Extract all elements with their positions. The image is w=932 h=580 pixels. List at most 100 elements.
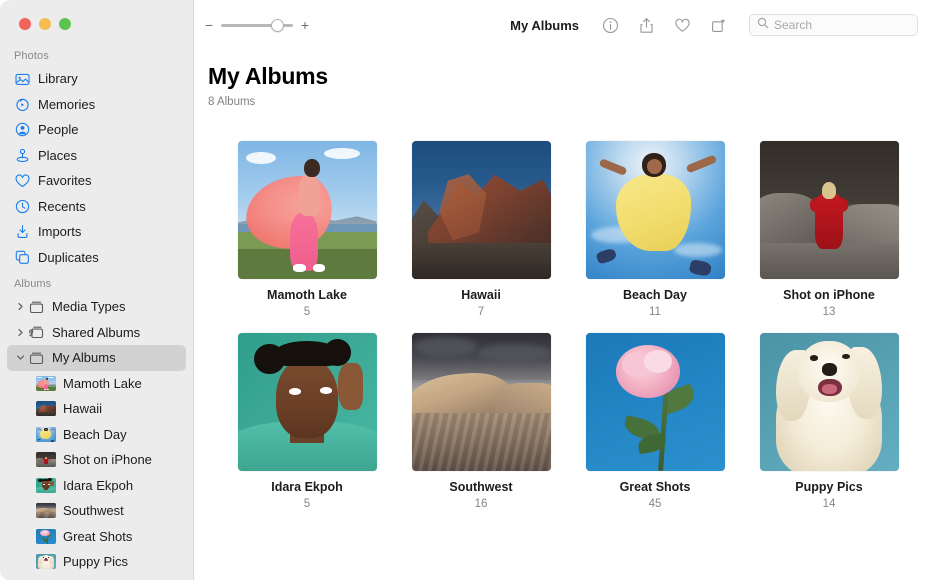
zoom-in-button[interactable]: + xyxy=(300,18,310,32)
album-thumbnail xyxy=(36,503,56,518)
sidebar-item-duplicates[interactable]: Duplicates xyxy=(7,245,186,271)
album-cover[interactable] xyxy=(238,333,377,471)
album-cell[interactable]: Puppy Pics14 xyxy=(742,333,916,510)
album-artwork xyxy=(36,452,56,467)
sidebar-item-shared-albums[interactable]: Shared Albums xyxy=(7,320,186,346)
album-thumbnail xyxy=(36,529,56,544)
album-artwork xyxy=(760,333,899,471)
album-photo-count: 11 xyxy=(649,306,661,318)
album-cell[interactable]: Southwest16 xyxy=(394,333,568,510)
sidebar-item-label: Beach Day xyxy=(63,427,127,442)
album-name: Idara Ekpoh xyxy=(271,480,343,494)
album-cell[interactable]: Great Shots 45 xyxy=(568,333,742,510)
album-artwork xyxy=(238,141,377,279)
sidebar-item-label: Shot on iPhone xyxy=(63,452,152,467)
zoom-button[interactable] xyxy=(59,18,71,30)
album-cover[interactable] xyxy=(760,333,899,471)
zoom-control[interactable]: − + xyxy=(204,18,310,32)
album-cover[interactable] xyxy=(586,141,725,279)
sidebar: PhotosLibrary Memories People PlacesFavorit… xyxy=(0,0,194,580)
album-artwork xyxy=(36,376,56,391)
album-cover[interactable] xyxy=(238,141,377,279)
sidebar-item-label: Media Types xyxy=(52,299,125,314)
heart-icon[interactable] xyxy=(673,16,691,34)
zoom-out-button[interactable]: − xyxy=(204,18,214,32)
library-icon xyxy=(14,71,31,87)
album-icon xyxy=(28,299,45,315)
sidebar-item-places[interactable]: Places xyxy=(7,143,186,169)
album-artwork xyxy=(36,554,56,569)
sidebar-item-great-shots[interactable]: Great Shots xyxy=(7,524,186,550)
sidebar-item-memories[interactable]: Memories xyxy=(7,92,186,118)
heart-icon xyxy=(14,173,31,189)
chevron-down-icon[interactable] xyxy=(14,353,26,362)
slider-knob[interactable] xyxy=(271,19,284,32)
info-icon[interactable] xyxy=(601,16,619,34)
sidebar-item-hawaii[interactable]: Hawaii xyxy=(7,396,186,422)
sidebar-item-label: Southwest xyxy=(63,503,124,518)
album-cell[interactable]: Shot on iPhone 13 xyxy=(742,141,916,318)
rotate-icon[interactable] xyxy=(709,16,727,34)
album-name: Hawaii xyxy=(461,288,501,302)
album-photo-count: 45 xyxy=(649,498,662,510)
chevron-right-icon[interactable] xyxy=(14,328,26,337)
sidebar-item-beach-day[interactable]: Beach Day xyxy=(7,422,186,448)
album-name: Shot on iPhone xyxy=(783,288,875,302)
album-cell[interactable]: Hawaii7 xyxy=(394,141,568,318)
sidebar-item-label: Memories xyxy=(38,97,95,112)
album-photo-count: 16 xyxy=(475,498,488,510)
album-photo-count: 13 xyxy=(823,306,836,318)
sidebar-item-label: My Albums xyxy=(52,350,116,365)
album-count-label: 8 Albums xyxy=(194,90,932,108)
sidebar-item-favorites[interactable]: Favorites xyxy=(7,168,186,194)
sidebar-item-puppy-pics[interactable]: Puppy Pics xyxy=(7,549,186,575)
album-thumbnail xyxy=(36,478,56,493)
window-controls xyxy=(0,0,193,42)
sidebar-item-label: Puppy Pics xyxy=(63,554,128,569)
album-artwork xyxy=(36,529,56,544)
album-icon xyxy=(28,350,45,366)
sidebar-item-idara-ekpoh[interactable]: Idara Ekpoh xyxy=(7,473,186,499)
sidebar-item-people[interactable]: People xyxy=(7,117,186,143)
sidebar-item-imports[interactable]: Imports xyxy=(7,219,186,245)
album-cover[interactable] xyxy=(760,141,899,279)
album-photo-count: 5 xyxy=(304,498,310,510)
import-icon xyxy=(14,224,31,240)
album-grid: Mamoth Lake5Hawaii7 Beach Day 11 Shot on iP… xyxy=(194,108,932,510)
album-cell[interactable]: Beach Day 11 xyxy=(568,141,742,318)
album-cell[interactable]: Mamoth Lake5 xyxy=(220,141,394,318)
close-button[interactable] xyxy=(19,18,31,30)
sidebar-item-label: Imports xyxy=(38,224,81,239)
toolbar: − + My Albums xyxy=(194,0,932,50)
album-photo-count: 14 xyxy=(823,498,836,510)
album-artwork xyxy=(760,141,899,279)
toolbar-title: My Albums xyxy=(510,18,579,33)
search-field[interactable]: Search xyxy=(749,14,918,36)
content-area: My Albums 8 Albums Mamoth Lake5Hawaii7Be… xyxy=(194,50,932,580)
album-artwork xyxy=(36,478,56,493)
sidebar-section-title: Photos xyxy=(0,42,193,66)
sidebar-item-my-albums[interactable]: My Albums xyxy=(7,345,186,371)
sidebar-item-library[interactable]: Library xyxy=(7,66,186,92)
share-icon[interactable] xyxy=(637,16,655,34)
album-name: Beach Day xyxy=(623,288,687,302)
sidebar-item-label: People xyxy=(38,122,78,137)
sidebar-item-shot-on-iphone[interactable]: Shot on iPhone xyxy=(7,447,186,473)
album-cover[interactable] xyxy=(412,141,551,279)
album-cover[interactable] xyxy=(586,333,725,471)
sidebar-item-southwest[interactable]: Southwest xyxy=(7,498,186,524)
sidebar-item-mamoth-lake[interactable]: Mamoth Lake xyxy=(7,371,186,397)
album-artwork xyxy=(36,427,56,442)
sidebar-item-media-types[interactable]: Media Types xyxy=(7,294,186,320)
chevron-right-icon[interactable] xyxy=(14,302,26,311)
album-name: Great Shots xyxy=(620,480,691,494)
album-artwork xyxy=(412,333,551,471)
sidebar-item-recents[interactable]: Recents xyxy=(7,194,186,220)
minimize-button[interactable] xyxy=(39,18,51,30)
sidebar-item-label: Great Shots xyxy=(63,529,132,544)
album-cover[interactable] xyxy=(412,333,551,471)
album-artwork xyxy=(36,503,56,518)
album-cell[interactable]: Idara Ekpoh 5 xyxy=(220,333,394,510)
zoom-slider[interactable] xyxy=(221,18,293,32)
people-icon xyxy=(14,122,31,138)
